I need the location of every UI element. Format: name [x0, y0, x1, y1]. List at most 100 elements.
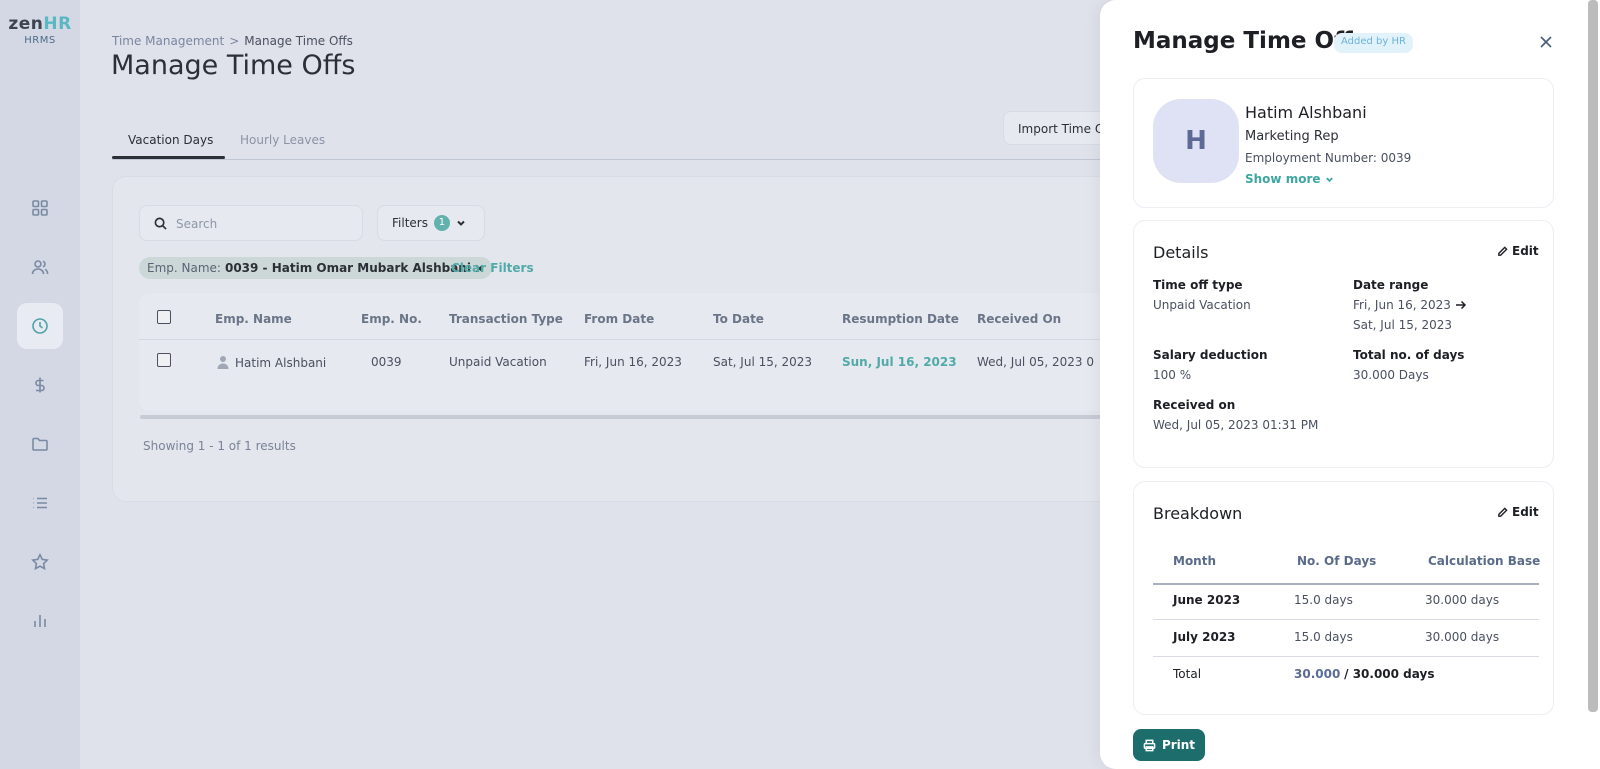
added-by-badge: Added by HR — [1334, 33, 1413, 53]
time-off-type-value: Unpaid Vacation — [1153, 298, 1251, 312]
pencil-icon — [1498, 506, 1508, 517]
print-label: Print — [1161, 738, 1196, 752]
time-offs-card: Filters 1 Emp. Name: 0039 - Hatim Omar M… — [112, 176, 1113, 502]
chevron-down-icon — [1325, 177, 1333, 182]
row-checkbox[interactable] — [157, 353, 171, 367]
edit-details-label: Edit — [1512, 244, 1539, 258]
cell-received-on: Wed, Jul 05, 2023 0 — [977, 355, 1094, 369]
dashboard-icon — [32, 200, 48, 216]
column-header-from-date[interactable]: From Date — [584, 312, 654, 326]
chevron-down-icon — [457, 220, 465, 226]
cell-to-date: Sat, Jul 15, 2023 — [713, 355, 813, 369]
sidebar-item-lists[interactable] — [17, 480, 63, 526]
search-box — [139, 205, 363, 241]
breakdown-row-base: 30.000 days — [1425, 630, 1500, 644]
breakdown-row-divider — [1153, 656, 1539, 657]
breakdown-row-divider — [1153, 619, 1539, 620]
select-all-checkbox[interactable] — [157, 310, 171, 324]
close-drawer-button[interactable] — [1538, 34, 1554, 50]
filters-count-badge: 1 — [433, 215, 450, 231]
filters-label: Filters — [392, 216, 428, 230]
time-offs-table: Emp. Name Emp. No. Transaction Type From… — [139, 293, 1113, 411]
total-days-value: 30.000 Days — [1353, 368, 1429, 382]
column-header-to-date[interactable]: To Date — [713, 312, 764, 326]
printer-icon — [1143, 739, 1156, 751]
show-more-link[interactable]: Show more — [1245, 172, 1334, 186]
filter-chip-value: 0039 - Hatim Omar Mubark Alshbani — [224, 261, 471, 275]
cell-emp-no: 0039 — [371, 355, 402, 369]
search-input[interactable] — [176, 214, 356, 234]
users-icon — [31, 260, 49, 275]
sidebar-item-dashboard[interactable] — [17, 185, 63, 231]
salary-deduction-label: Salary deduction — [1153, 348, 1268, 362]
received-on-value: Wed, Jul 05, 2023 01:31 PM — [1153, 418, 1319, 432]
drawer-scrollbar[interactable] — [1588, 0, 1598, 712]
logo-text: zenHR — [8, 14, 72, 34]
sidebar-item-time-management[interactable] — [17, 303, 63, 349]
sidebar: zenHR HRMS — [0, 0, 80, 769]
breakdown-card: Breakdown Edit Month No. Of Days Calcula… — [1133, 481, 1554, 715]
date-range-from: Fri, Jun 16, 2023 — [1353, 298, 1467, 312]
clear-filters-link[interactable]: Clear Filters — [451, 261, 534, 275]
total-days-label: Total no. of days — [1353, 348, 1465, 362]
sidebar-item-payroll[interactable] — [17, 362, 63, 408]
edit-details-button[interactable]: Edit — [1497, 244, 1539, 258]
cell-transaction-type: Unpaid Vacation — [449, 355, 547, 369]
print-button[interactable]: Print — [1133, 729, 1205, 761]
column-header-transaction-type[interactable]: Transaction Type — [449, 312, 563, 326]
edit-breakdown-label: Edit — [1512, 505, 1539, 519]
sidebar-item-performance[interactable] — [17, 539, 63, 585]
cell-resumption-date: Sun, Jul 16, 2023 — [842, 355, 957, 369]
employee-role: Marketing Rep — [1245, 129, 1339, 144]
pencil-icon — [1498, 245, 1508, 256]
drawer-title: Manage Time Off — [1133, 28, 1353, 54]
cell-from-date: Fri, Jun 16, 2023 — [584, 355, 682, 369]
employment-number: Employment Number: 0039 — [1245, 151, 1412, 165]
show-more-label: Show more — [1245, 172, 1321, 186]
details-title: Details — [1153, 243, 1209, 262]
header-divider — [139, 339, 1113, 340]
employee-profile-card: H Hatim Alshbani Marketing Rep Employmen… — [1133, 78, 1554, 208]
tabs: Vacation Days Hourly Leaves — [112, 128, 1102, 160]
star-icon — [31, 553, 49, 571]
column-header-received-on[interactable]: Received On — [977, 312, 1061, 326]
date-range-to: Sat, Jul 15, 2023 — [1353, 318, 1453, 332]
table-horizontal-scrollbar[interactable] — [140, 415, 1110, 419]
breakdown-title: Breakdown — [1153, 504, 1243, 523]
close-icon — [1540, 36, 1552, 48]
breakdown-header-base: Calculation Base — [1428, 554, 1541, 568]
details-card: Details Edit Time off type Unpaid Vacati… — [1133, 220, 1554, 468]
sidebar-item-documents[interactable] — [17, 421, 63, 467]
pagination-summary: Showing 1 - 1 of 1 results — [143, 439, 296, 453]
search-icon — [154, 217, 167, 230]
column-header-emp-no[interactable]: Emp. No. — [361, 312, 422, 326]
breakdown-total-label: Total — [1173, 667, 1202, 681]
breadcrumb: Time Management > Manage Time Offs — [112, 34, 353, 48]
breakdown-header-month: Month — [1173, 554, 1217, 568]
column-header-resumption-date[interactable]: Resumption Date — [842, 312, 959, 326]
filters-button[interactable]: Filters 1 — [377, 205, 485, 241]
breakdown-row-month: June 2023 — [1173, 593, 1241, 607]
time-off-type-label: Time off type — [1153, 278, 1243, 292]
edit-breakdown-button[interactable]: Edit — [1497, 505, 1539, 519]
breakdown-row-base: 30.000 days — [1425, 593, 1500, 607]
cell-emp-name[interactable]: Hatim Alshbani — [217, 355, 326, 370]
breakdown-header-days: No. Of Days — [1297, 554, 1377, 568]
breakdown-row-days: 15.0 days — [1294, 630, 1353, 644]
tab-hourly-leaves[interactable]: Hourly Leaves — [240, 133, 325, 147]
page-title: Manage Time Offs — [111, 50, 356, 81]
breadcrumb-parent[interactable]: Time Management — [112, 34, 224, 48]
breakdown-header-divider — [1153, 583, 1539, 585]
clock-icon — [32, 318, 48, 334]
cell-emp-name-text: Hatim Alshbani — [235, 356, 327, 370]
salary-deduction-value: 100 % — [1153, 368, 1192, 382]
date-range-from-text: Fri, Jun 16, 2023 — [1353, 298, 1451, 312]
filter-chip-label: Emp. Name: — [147, 261, 221, 275]
column-header-emp-name[interactable]: Emp. Name — [215, 312, 292, 326]
tab-vacation-days[interactable]: Vacation Days — [128, 133, 213, 147]
sidebar-item-reports[interactable] — [17, 598, 63, 644]
sidebar-item-employees[interactable] — [17, 244, 63, 290]
logo[interactable]: zenHR HRMS — [0, 14, 80, 46]
breakdown-row-days: 15.0 days — [1294, 593, 1353, 607]
logo-subtitle: HRMS — [24, 35, 56, 46]
